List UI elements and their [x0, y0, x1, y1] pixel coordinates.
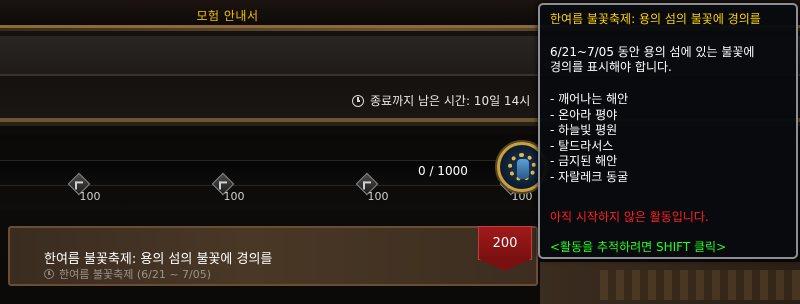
tooltip-title: 한여름 불꽃축제: 용의 섬의 불꽃에 경의를 [550, 12, 761, 26]
zone-item: - 자랄레크 동굴 [550, 169, 629, 184]
window-title: 모험 안내서 [196, 9, 259, 23]
zone-item: - 금지된 해안 [550, 154, 618, 168]
tooltip-description: 6/21~7/05 동안 용의 섬에 있는 불꽃에 [550, 45, 755, 59]
milestone-value: 100 [79, 190, 101, 203]
tooltip-description: 경의를 표시해야 합니다. [550, 60, 672, 74]
milestone-value: 100 [367, 190, 389, 203]
end-timer: 종료까지 남은 시간: 10일 14시 [352, 92, 530, 109]
milestone-value: 100 [223, 190, 245, 203]
activity-subtitle: 한여름 불꽃축제 (6/21 ~ 7/05) [44, 266, 211, 282]
tooltip-status: 아직 시작하지 않은 활동입니다. [550, 210, 709, 224]
activity-tooltip: 한여름 불꽃축제: 용의 섬의 불꽃에 경의를 6/21~7/05 동안 용의 … [538, 3, 798, 259]
zone-item: - 온아라 평야 [550, 107, 618, 122]
activity-name: 한여름 불꽃축제: 용의 섬의 불꽃에 경의를 [44, 252, 273, 267]
clock-icon [44, 269, 54, 279]
clock-icon [352, 94, 364, 107]
reward-figure [517, 159, 529, 179]
zone-item: - 탈드라서스 [550, 138, 614, 153]
tooltip-hint: <활동을 추적하려면 SHIFT 클릭> [550, 240, 727, 254]
activity-row[interactable]: 한여름 불꽃축제: 용의 섬의 불꽃에 경의를 한여름 불꽃축제 (6/21 ~… [8, 226, 538, 286]
zone-item: - 하늘빛 평원 [550, 123, 618, 137]
zone-item: - 깨어나는 해안 [550, 92, 629, 106]
points-badge: 200 [478, 226, 532, 271]
progress-label: 0 / 1000 [418, 164, 468, 178]
background-scenery [540, 262, 800, 304]
timer-label: 종료까지 남은 시간: 10일 14시 [370, 94, 531, 108]
zone-list: - 깨어나는 해안 - 온아라 평야 - 하늘빛 평원 - 탈드라서스 - 금지… [550, 92, 628, 185]
activity-event-label: 한여름 불꽃축제 (6/21 ~ 7/05) [59, 268, 212, 281]
points-value: 200 [492, 236, 518, 251]
